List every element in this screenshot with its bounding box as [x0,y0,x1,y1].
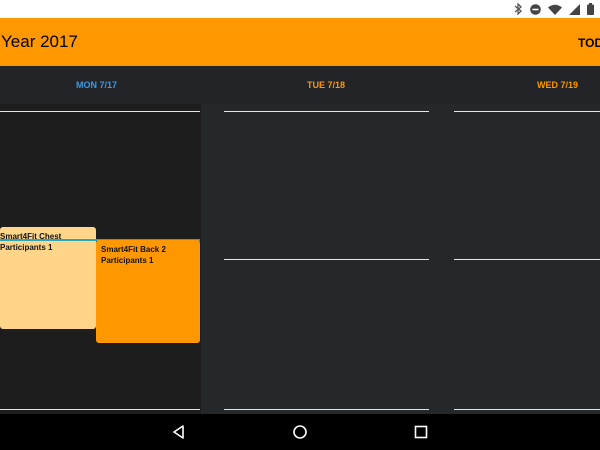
hour-line [454,111,600,112]
hour-line [0,111,200,112]
hour-line [454,259,600,260]
status-bar [0,0,600,18]
do-not-disturb-icon [530,3,541,15]
hour-line [224,111,429,112]
day-header-tue[interactable]: TUE 7/18 [307,79,345,91]
day-header-wed[interactable]: WED 7/19 [537,79,578,91]
event-participants: Participants 1 [0,243,53,252]
event-title: Smart4Fit Back 2 [101,245,166,254]
status-icons [514,1,594,17]
app-bar: Year 2017 TODAY [0,18,600,66]
day-header-mon[interactable]: MON 7/17 [76,79,117,91]
recent-apps-icon[interactable] [413,424,429,440]
day-column-mon[interactable]: Smart4Fit Chest Participants 1 Smart4Fit… [0,104,201,414]
today-button[interactable]: TODAY [578,35,600,51]
hour-line [224,259,429,260]
back-icon[interactable] [171,424,187,440]
bluetooth-icon [514,3,523,15]
navigation-bar [0,414,600,450]
day-column-wed[interactable] [431,104,600,414]
event-smart4fit-chest[interactable]: Smart4Fit Chest Participants 1 [0,227,96,329]
app-title: Year 2017 [1,32,78,51]
day-header-bar: MON 7/17 TUE 7/18 WED 7/19 [0,66,600,104]
hour-line [454,409,600,410]
hour-line [0,409,200,410]
event-smart4fit-back-2[interactable]: Smart4Fit Back 2 Participants 1 [96,240,200,343]
battery-icon [587,3,594,15]
home-icon[interactable] [292,424,308,440]
hour-line [224,409,429,410]
event-participants: Participants 1 [101,256,154,265]
signal-icon [569,3,580,15]
wifi-icon [548,4,562,15]
day-column-tue[interactable] [201,104,431,414]
